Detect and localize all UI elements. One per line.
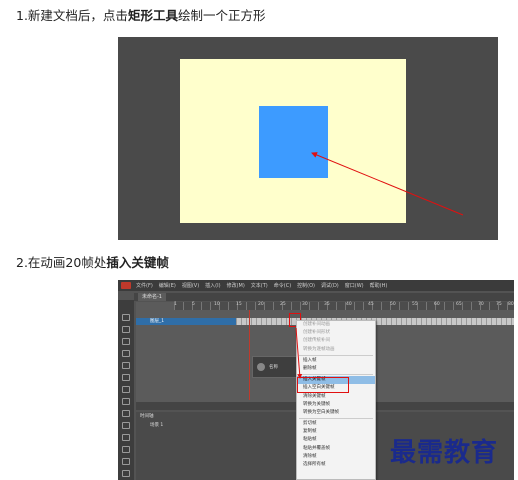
watermark-logo: 最需教育 xyxy=(390,438,499,468)
annotation-arrow xyxy=(311,152,464,216)
step-1-text: 1.新建文档后，点击矩形工具绘制一个正方形 xyxy=(16,8,265,24)
step-2-prefix: 2.在动画20帧处 xyxy=(16,255,107,270)
step-1-suffix: 绘制一个正方形 xyxy=(177,8,266,23)
step-1-bold: 矩形工具 xyxy=(127,8,178,23)
step-2-text: 2.在动画20帧处插入关键帧 xyxy=(16,255,169,271)
step-1-prefix: 1.新建文档后，点击 xyxy=(16,8,128,23)
figure-1-screenshot xyxy=(118,37,498,240)
step-2-bold: 插入关键帧 xyxy=(106,255,169,270)
